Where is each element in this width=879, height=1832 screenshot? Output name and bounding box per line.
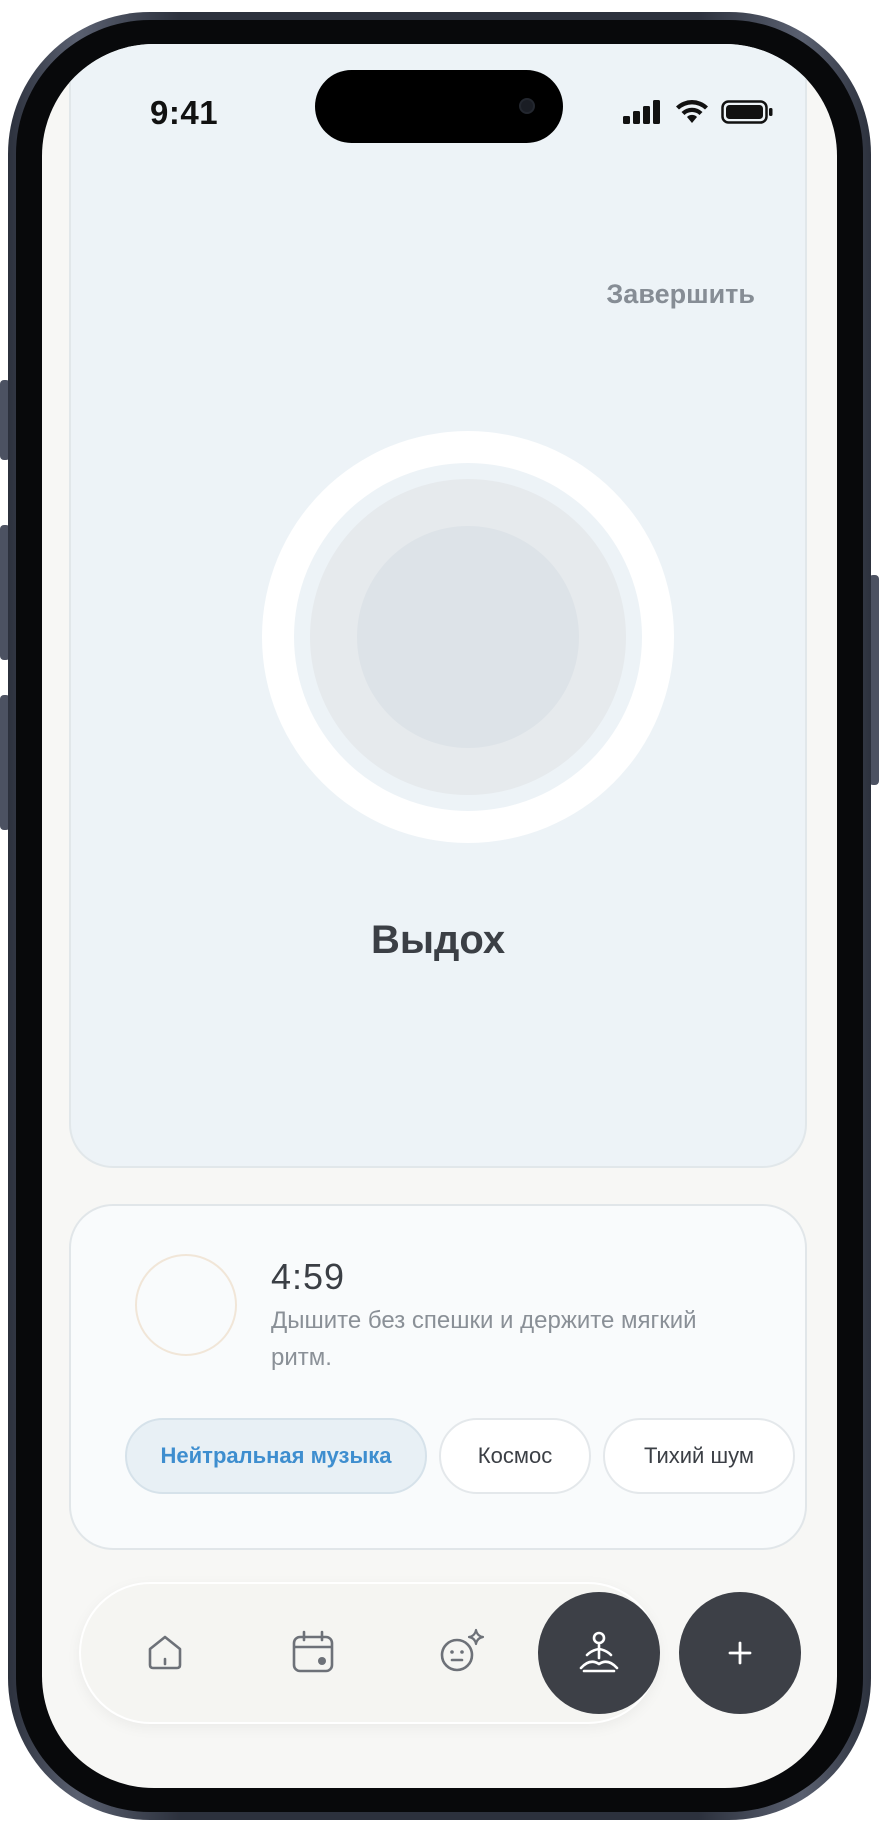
mood-face-icon bbox=[440, 1628, 485, 1672]
breathing-card: Завершить Выдох bbox=[69, 44, 807, 1168]
status-icons bbox=[623, 100, 773, 124]
tab-calendar[interactable] bbox=[281, 1620, 345, 1684]
plus-icon bbox=[728, 1641, 752, 1665]
status-time: 9:41 bbox=[150, 94, 219, 131]
breathing-circle-middle bbox=[310, 479, 626, 795]
tab-mood[interactable] bbox=[429, 1620, 493, 1684]
session-info-card: 4:59 Дышите без спешки и держите мягкий … bbox=[69, 1204, 807, 1550]
breathing-circle bbox=[262, 431, 674, 843]
tab-meditation[interactable] bbox=[538, 1592, 660, 1714]
sound-chip-space[interactable]: Космос bbox=[439, 1418, 591, 1494]
camera-icon bbox=[519, 98, 535, 114]
session-timer: 4:59 bbox=[271, 1256, 346, 1297]
battery-icon bbox=[721, 100, 773, 124]
breathing-phase-label: Выдох bbox=[370, 918, 506, 962]
dynamic-island bbox=[315, 70, 563, 143]
screen: Завершить Выдох 9:41 4:59 Дышите без спе… bbox=[42, 44, 837, 1788]
breathing-circle-gap bbox=[294, 463, 642, 811]
add-button[interactable] bbox=[679, 1592, 801, 1714]
breathing-circle-core bbox=[357, 526, 579, 748]
finish-button[interactable]: Завершить bbox=[606, 279, 755, 310]
wifi-icon bbox=[676, 100, 708, 123]
sound-chip-quiet-noise[interactable]: Тихий шум bbox=[603, 1418, 795, 1494]
breathing-hint: Дышите без спешки и держите мягкий ритм. bbox=[271, 1307, 697, 1371]
cellular-signal-icon bbox=[623, 100, 660, 124]
home-icon bbox=[148, 1635, 182, 1670]
sound-options: Нейтральная музыка Космос Тихий шум bbox=[125, 1418, 795, 1494]
meditation-icon bbox=[579, 1631, 619, 1673]
sound-chip-neutral-music[interactable]: Нейтральная музыка bbox=[125, 1418, 427, 1494]
progress-circle bbox=[135, 1254, 237, 1356]
calendar-icon bbox=[292, 1630, 334, 1673]
phone-frame: Завершить Выдох 9:41 4:59 Дышите без спе… bbox=[0, 0, 879, 1832]
tab-home[interactable] bbox=[133, 1620, 197, 1684]
